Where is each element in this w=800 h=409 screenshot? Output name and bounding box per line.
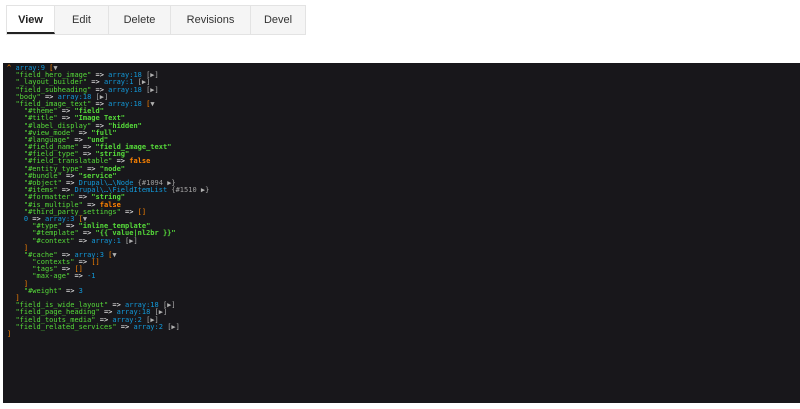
dump-bool-value: false <box>129 157 151 166</box>
dump-line-context: "#context" => array:1 [▶] <box>7 236 796 245</box>
dump-line-field-related-services: "field_related_services" => array:2 [▶] <box>7 322 796 331</box>
local-tasks-tabs: View Edit Delete Revisions Devel <box>6 5 306 35</box>
dump-arrow: => <box>120 207 138 216</box>
dump-line-items: "#items" => Drupal\…\FieldItemList {#151… <box>7 187 796 194</box>
dump-line-third-party-settings: "#third_party_settings" => [] <box>7 207 796 216</box>
dump-line-field-image-text: "field_image_text" => array:18 [▼ <box>7 99 796 108</box>
dump-key: "#context" <box>32 236 75 245</box>
dump-arrow: => <box>61 286 79 295</box>
dump-object-ref: {#1510 <box>171 186 197 195</box>
dump-line-cache: "#cache" => array:3 [▼ <box>7 251 796 259</box>
tab-devel[interactable]: Devel <box>251 6 305 34</box>
expand-toggle-icon[interactable]: ▶} <box>201 186 209 194</box>
dump-line-label-display: "#label_display" => "hidden" <box>7 122 796 130</box>
dump-line-view-mode: "#view_mode" => "full" <box>7 129 796 137</box>
var-dump-panel: ^ array:9 [▼ "field_hero_image" => array… <box>3 63 800 403</box>
collapse-toggle-icon[interactable]: ▼ <box>150 100 154 108</box>
dump-line-field-translatable: "#field_translatable" => false <box>7 158 796 165</box>
dump-arrow: => <box>116 322 134 331</box>
dump-line-weight: "#weight" => 3 <box>7 286 796 295</box>
dump-line-field-subheading: "field_subheading" => array:18 [▶] <box>7 85 796 94</box>
dump-empty-array: [] <box>137 207 147 216</box>
dump-line-close-cache: ] <box>7 280 796 288</box>
dump-line-formatter: "#formatter" => "string" <box>7 194 796 201</box>
collapse-toggle-icon[interactable]: ▼ <box>112 251 116 259</box>
dump-line-close-zero: ] <box>7 244 796 252</box>
dump-type: array:1 <box>91 236 121 245</box>
dump-line-entity-type: "#entity_type" => "node" <box>7 165 796 173</box>
dump-key: "field_related_services" <box>15 322 117 331</box>
dump-bracket: ] <box>7 329 12 338</box>
tab-delete[interactable]: Delete <box>109 6 171 34</box>
dump-key: "max-age" <box>32 272 71 281</box>
dump-arrow: => <box>74 236 92 245</box>
dump-number-value: 3 <box>78 286 83 295</box>
dump-line-close-root: ] <box>7 329 796 338</box>
expand-toggle-icon[interactable]: [▶] <box>125 237 138 245</box>
dump-arrow: => <box>70 272 88 281</box>
tab-revisions[interactable]: Revisions <box>171 6 251 34</box>
dump-empty-array: [] <box>91 258 100 267</box>
expand-toggle-icon[interactable]: [▶] <box>146 86 159 94</box>
dump-line-contexts: "contexts" => [] <box>7 258 796 267</box>
dump-key: "#weight" <box>23 286 62 295</box>
dump-type: array:18 <box>108 85 142 94</box>
dump-line-max-age: "max-age" => -1 <box>7 273 796 280</box>
dump-line-theme: "#theme" => "field" <box>7 108 796 115</box>
dump-line-tags: "tags" => [] <box>7 266 796 273</box>
tab-edit[interactable]: Edit <box>55 6 109 34</box>
dump-type: array:18 <box>108 99 142 108</box>
dump-number-value: -1 <box>87 272 96 281</box>
expand-toggle-icon[interactable]: [▶] <box>167 323 180 331</box>
tab-view[interactable]: View <box>7 6 55 34</box>
dump-type: array:2 <box>133 322 163 331</box>
